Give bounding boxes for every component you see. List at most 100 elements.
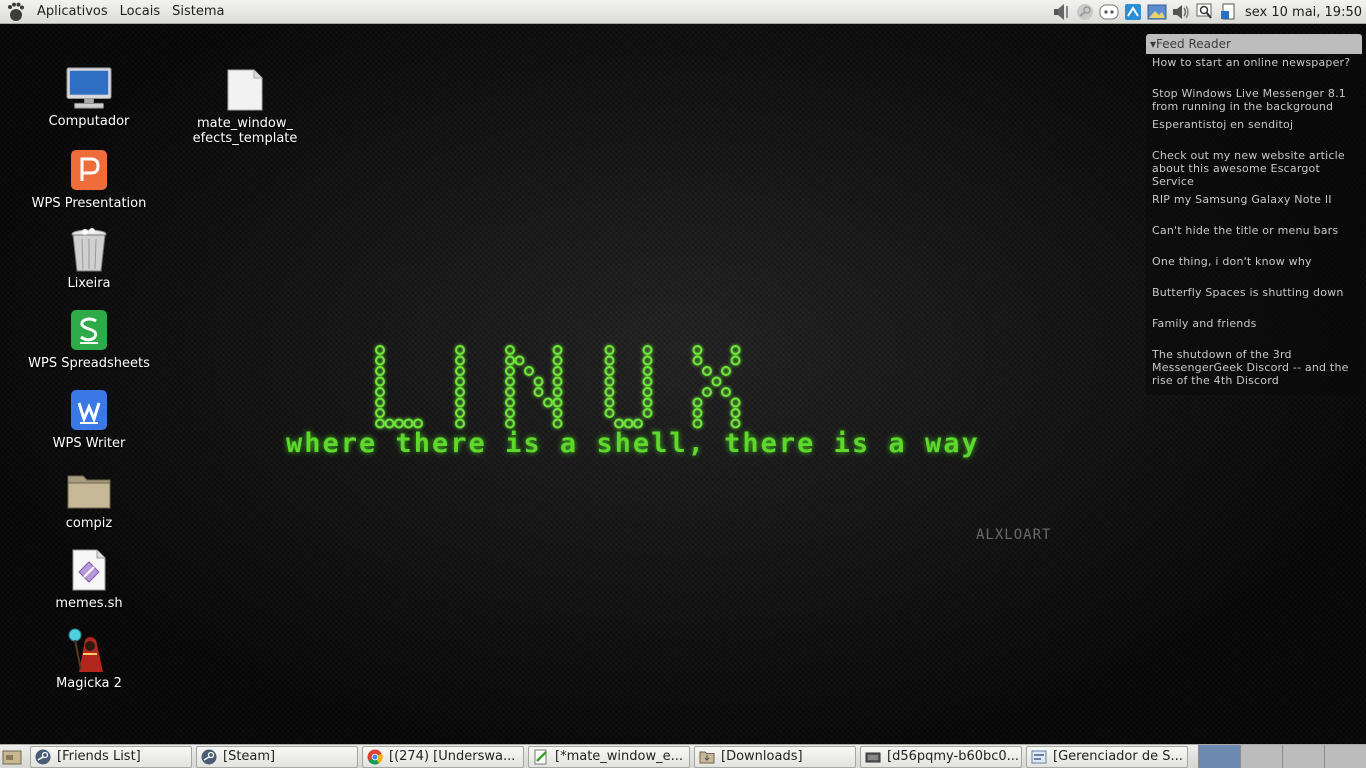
wallpaper-dot bbox=[730, 397, 741, 408]
wallpaper-dot bbox=[730, 418, 741, 429]
gnome-foot-icon[interactable] bbox=[5, 1, 27, 23]
feed-item[interactable]: Can't hide the title or menu bars bbox=[1146, 223, 1362, 237]
wallpaper-dot bbox=[533, 387, 544, 397]
bottom-panel: [Friends List] [Steam] [(274) [Underswa.… bbox=[0, 744, 1366, 768]
workspace-4[interactable] bbox=[1324, 745, 1366, 768]
top-panel: Aplicativos Locais Sistema sex 10 mai, 1… bbox=[0, 0, 1366, 24]
task-file-manager[interactable]: [Gerenciador de S... bbox=[1026, 745, 1188, 768]
folder-icon bbox=[699, 749, 715, 765]
clock[interactable]: sex 10 mai, 19:50 bbox=[1241, 5, 1366, 20]
search-icon[interactable] bbox=[1195, 2, 1215, 22]
desktop-icon-label: WPS Writer bbox=[52, 436, 126, 451]
task-label: [Steam] bbox=[223, 749, 276, 764]
network-icon[interactable] bbox=[1123, 2, 1143, 22]
wallpaper-dot bbox=[505, 345, 515, 355]
wallpaper-dot bbox=[505, 355, 515, 366]
wallpaper-dot bbox=[552, 418, 563, 429]
audio-mixer-icon[interactable] bbox=[1051, 2, 1071, 22]
desktop-icon-wps-presentation[interactable]: WPS Presentation bbox=[19, 146, 159, 211]
wallpaper-dot bbox=[524, 366, 534, 376]
task-downloads[interactable]: [Downloads] bbox=[694, 745, 856, 768]
wallpaper-dot bbox=[692, 408, 703, 418]
wallpaper-dot bbox=[552, 355, 563, 366]
desktop-icon-memes-sh[interactable]: memes.sh bbox=[19, 546, 159, 611]
wallpaper-dot bbox=[514, 355, 525, 366]
wallpaper-artist-signature: ALXLOART bbox=[976, 527, 1052, 543]
main-menu: Aplicativos Locais Sistema bbox=[0, 0, 230, 24]
desktop-icon-mate-window-template[interactable]: mate_window_ efects_template bbox=[175, 66, 315, 146]
wallpaper-dot bbox=[604, 408, 615, 418]
task-label: [(274) [Underswa... bbox=[389, 749, 516, 764]
desktop-icon-magicka-2[interactable]: Magicka 2 bbox=[19, 626, 159, 691]
feed-item[interactable]: Check out my new website article about t… bbox=[1146, 148, 1362, 188]
wallpaper-dot bbox=[642, 387, 653, 397]
feed-item[interactable]: Esperantistoj en senditoj bbox=[1146, 117, 1362, 131]
wallpaper-dot bbox=[604, 397, 615, 408]
feed-item[interactable]: Stop Windows Live Messenger 8.1 from run… bbox=[1146, 86, 1362, 113]
desktop-icon-label: Magicka 2 bbox=[56, 676, 122, 691]
menu-system[interactable]: Sistema bbox=[166, 0, 230, 24]
wallpaper-dot bbox=[692, 345, 703, 355]
trash-icon bbox=[65, 226, 113, 274]
desktop-icon-label: Computador bbox=[48, 114, 130, 129]
task-label: [Gerenciador de S... bbox=[1053, 749, 1183, 764]
wallpaper-dot bbox=[552, 397, 563, 408]
desktop-icon-wps-spreadsheets[interactable]: WPS Spreadsheets bbox=[19, 306, 159, 371]
task-friends-list[interactable]: [Friends List] bbox=[30, 745, 192, 768]
task-image-viewer[interactable]: [d56pqmy-b60bc0... bbox=[860, 745, 1022, 768]
desktop-icon-label: WPS Presentation bbox=[31, 196, 147, 211]
workspace-1[interactable] bbox=[1198, 745, 1240, 768]
desktop-icon-label: Lixeira bbox=[67, 276, 111, 291]
wallpaper-dot bbox=[505, 376, 515, 387]
feed-item[interactable]: Family and friends bbox=[1146, 316, 1362, 330]
menu-places[interactable]: Locais bbox=[114, 0, 166, 24]
menu-applications[interactable]: Aplicativos bbox=[31, 0, 114, 24]
desktop[interactable]: where there is a shell, there is a way A… bbox=[0, 24, 1366, 744]
wallpaper-dot bbox=[604, 387, 615, 397]
steam-tray-icon[interactable] bbox=[1075, 2, 1095, 22]
feed-reader-header[interactable]: ▾Feed Reader bbox=[1146, 34, 1362, 54]
task-label: [*mate_window_e... bbox=[555, 749, 684, 764]
wallpaper-dot bbox=[552, 408, 563, 418]
wallpaper-dot bbox=[721, 366, 731, 376]
script-file-icon bbox=[65, 546, 113, 594]
feed-item[interactable]: RIP my Samsung Galaxy Note II bbox=[1146, 192, 1362, 206]
wallpaper-dot bbox=[375, 376, 385, 387]
desktop-icon-computer[interactable]: Computador bbox=[19, 64, 159, 129]
wallpaper-dot bbox=[730, 408, 741, 418]
feed-item[interactable]: Butterfly Spaces is shutting down bbox=[1146, 285, 1362, 299]
wps-presentation-icon bbox=[65, 146, 113, 194]
show-desktop-button[interactable] bbox=[0, 745, 24, 768]
feed-item[interactable]: One thing, i don't know why bbox=[1146, 254, 1362, 268]
desktop-icon-trash[interactable]: Lixeira bbox=[19, 226, 159, 291]
workspace-3[interactable] bbox=[1282, 745, 1324, 768]
desktop-icon-wps-writer[interactable]: WPS Writer bbox=[19, 386, 159, 451]
window-list: [Friends List] [Steam] [(274) [Underswa.… bbox=[30, 745, 1192, 768]
feed-item[interactable]: The shutdown of the 3rd MessengerGeek Di… bbox=[1146, 347, 1362, 387]
document-tray-icon[interactable] bbox=[1219, 2, 1239, 22]
discord-icon[interactable] bbox=[1099, 2, 1119, 22]
wallpaper-dot bbox=[633, 418, 643, 429]
wallpaper-dot bbox=[642, 408, 653, 418]
wallpaper-dot bbox=[604, 345, 615, 355]
wallpaper-dot bbox=[604, 376, 615, 387]
folder-icon bbox=[65, 466, 113, 514]
feed-item[interactable]: How to start an online newspaper? bbox=[1146, 55, 1362, 69]
task-text-editor[interactable]: [*mate_window_e... bbox=[528, 745, 690, 768]
wallpaper-dot bbox=[623, 418, 634, 429]
wallpaper-dot bbox=[455, 345, 465, 355]
task-steam[interactable]: [Steam] bbox=[196, 745, 358, 768]
steam-icon bbox=[35, 749, 51, 765]
wps-writer-icon bbox=[65, 386, 113, 434]
image-tray-icon[interactable] bbox=[1147, 2, 1167, 22]
task-label: [Friends List] bbox=[57, 749, 141, 764]
desktop-icon-compiz-folder[interactable]: compiz bbox=[19, 466, 159, 531]
wallpaper-dot bbox=[692, 397, 703, 408]
task-chrome[interactable]: [(274) [Underswa... bbox=[362, 745, 524, 768]
wallpaper-dot bbox=[552, 366, 563, 376]
volume-icon[interactable] bbox=[1171, 2, 1191, 22]
chrome-icon bbox=[367, 749, 383, 765]
wallpaper-dot bbox=[642, 397, 653, 408]
workspace-2[interactable] bbox=[1240, 745, 1282, 768]
wallpaper-dot bbox=[692, 355, 703, 366]
